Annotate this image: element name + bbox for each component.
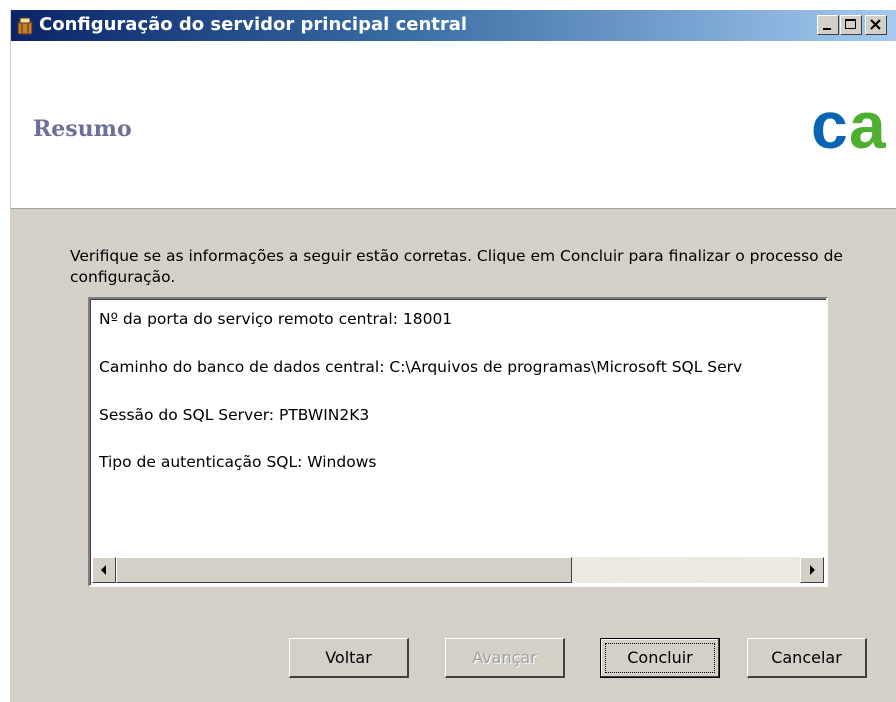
ca-logo: c a xyxy=(811,88,896,162)
finish-button[interactable]: Concluir xyxy=(600,638,720,678)
summary-listbox[interactable]: Nº da porta do serviço remoto central: 1… xyxy=(88,297,828,587)
title-bar[interactable]: Configuração do servidor principal centr… xyxy=(11,10,896,41)
summary-line-db-path: Caminho do banco de dados central: C:\Ar… xyxy=(99,358,743,376)
scroll-right-button[interactable] xyxy=(800,557,824,583)
minimize-icon xyxy=(818,19,838,38)
installer-icon xyxy=(15,16,35,36)
summary-line-auth: Tipo de autenticação SQL: Windows xyxy=(99,453,377,471)
close-button[interactable] xyxy=(865,15,887,35)
maximize-icon xyxy=(841,19,861,38)
logo-letter-c: c xyxy=(811,96,848,156)
minimize-button[interactable] xyxy=(817,15,839,35)
next-button-label: Avançar xyxy=(472,648,537,667)
next-button: Avançar xyxy=(445,638,565,678)
summary-listbox-content: Nº da porta do serviço remoto central: 1… xyxy=(90,299,826,585)
horizontal-scrollbar[interactable] xyxy=(92,557,824,583)
maximize-button[interactable] xyxy=(840,15,862,35)
arrow-right-icon xyxy=(801,565,823,585)
page-title: Resumo xyxy=(33,116,132,142)
back-button[interactable]: Voltar xyxy=(289,638,409,678)
close-icon xyxy=(866,19,886,38)
wizard-header: Resumo c a xyxy=(11,41,896,209)
instructions-text: Verifique se as informações a seguir est… xyxy=(70,247,843,286)
focus-rect xyxy=(605,643,715,673)
scroll-thumb[interactable] xyxy=(116,557,572,583)
arrow-left-icon xyxy=(93,565,115,585)
setup-window: Configuração do servidor principal centr… xyxy=(10,10,896,702)
scroll-left-button[interactable] xyxy=(92,557,116,583)
window-title: Configuração do servidor principal centr… xyxy=(39,14,468,35)
summary-line-session: Sessão do SQL Server: PTBWIN2K3 xyxy=(99,406,370,424)
cancel-button[interactable]: Cancelar xyxy=(747,638,867,678)
back-button-label: Voltar xyxy=(325,648,372,667)
summary-line-port: Nº da porta do serviço remoto central: 1… xyxy=(99,310,453,328)
logo-letter-a: a xyxy=(849,96,887,156)
cancel-button-label: Cancelar xyxy=(771,648,842,667)
